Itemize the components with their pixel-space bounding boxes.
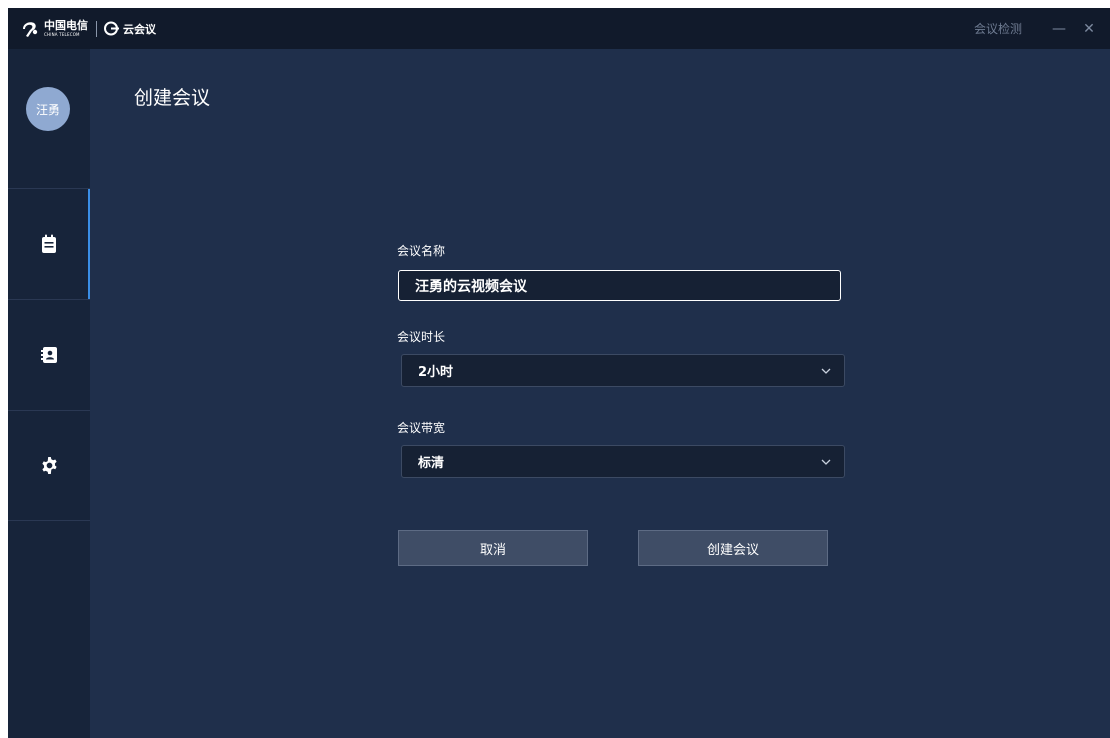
sidebar-item-settings[interactable]	[8, 410, 90, 521]
page-title: 创建会议	[134, 87, 211, 109]
brand-name-en: CHINA TELECOM	[44, 32, 80, 37]
meeting-name-input[interactable]	[398, 270, 841, 301]
app-name: 云会议	[123, 22, 156, 36]
brand-divider	[96, 20, 97, 37]
cancel-button[interactable]: 取消	[398, 530, 588, 566]
meeting-bandwidth-label: 会议带宽	[397, 421, 446, 435]
china-telecom-logo-icon	[23, 21, 38, 37]
avatar[interactable]: 汪勇	[26, 87, 70, 131]
brand-name: 中国电信	[44, 19, 88, 32]
create-meeting-button[interactable]: 创建会议	[638, 530, 828, 566]
meeting-name-label: 会议名称	[397, 244, 446, 258]
meeting-check-button[interactable]: 会议检测	[974, 20, 1022, 37]
calendar-icon	[42, 234, 56, 253]
bandwidth-value: 标清	[418, 456, 445, 471]
cloud-meeting-logo-icon	[104, 21, 119, 36]
contacts-icon	[40, 347, 57, 363]
sidebar-item-meetings[interactable]	[8, 188, 90, 300]
minimize-button[interactable]: —	[1044, 21, 1074, 37]
sidebar-item-contacts[interactable]	[8, 299, 90, 410]
gear-icon	[41, 456, 57, 475]
duration-value: 2小时	[418, 365, 454, 380]
meeting-duration-label: 会议时长	[397, 330, 446, 344]
title-bar: 中国电信 CHINA TELECOM 云会议 会议检测 — ✕	[8, 8, 1110, 49]
close-button[interactable]: ✕	[1074, 21, 1104, 37]
app-window: 中国电信 CHINA TELECOM 云会议 会议检测 — ✕ 汪勇 创建会议 …	[8, 8, 1110, 738]
brand-logo: 中国电信 CHINA TELECOM 云会议	[20, 8, 156, 49]
chevron-down-icon	[821, 368, 831, 374]
meeting-duration-select[interactable]: 2小时	[401, 354, 845, 387]
meeting-bandwidth-select[interactable]: 标清	[401, 445, 845, 478]
chevron-down-icon	[821, 459, 831, 465]
sidebar: 汪勇	[8, 49, 90, 738]
